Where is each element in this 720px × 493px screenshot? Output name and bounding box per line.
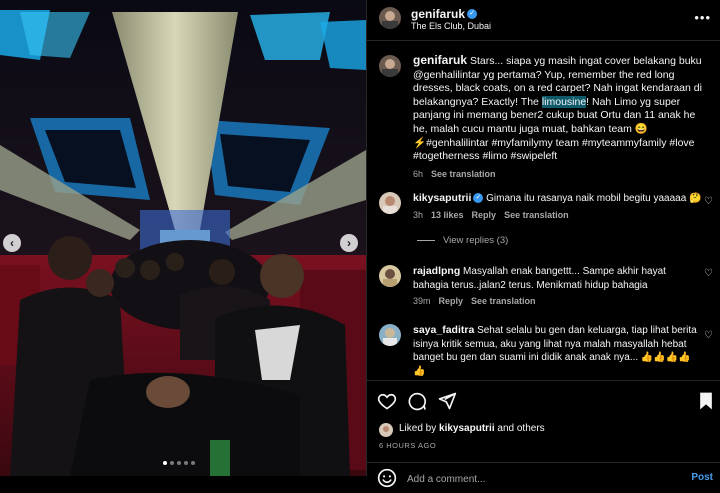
post-username[interactable]: genifaruk xyxy=(411,7,465,21)
liked-by: Liked by kikysaputrii and others xyxy=(399,423,545,434)
add-comment-bar: Post xyxy=(367,462,720,493)
reply-button[interactable]: Reply xyxy=(439,296,464,306)
post-button[interactable]: Post xyxy=(691,472,713,483)
paper-plane-icon[interactable] xyxy=(437,391,459,413)
carousel-dot xyxy=(177,461,181,465)
carousel-dot xyxy=(163,461,167,465)
comment-username[interactable]: kikysaputrii xyxy=(413,192,471,204)
post-side-panel: genifaruk ✓ The Els Club, Dubai ••• genif… xyxy=(366,0,720,488)
bookmark-icon[interactable] xyxy=(697,391,719,413)
heart-icon[interactable]: ♡ xyxy=(704,268,713,279)
carousel-dot xyxy=(170,461,174,465)
more-icon[interactable]: ••• xyxy=(694,10,711,25)
post-time: 6 HOURS AGO xyxy=(379,441,437,450)
verified-badge-icon: ✓ xyxy=(467,8,478,19)
avatar[interactable] xyxy=(379,265,401,287)
heart-icon[interactable]: ♡ xyxy=(704,330,713,341)
carousel-dot xyxy=(191,461,195,465)
heart-icon[interactable]: ♡ xyxy=(704,196,713,207)
comment-text: Gimana itu rasanya naik mobil begitu yaa… xyxy=(486,193,702,204)
post-caption: genifaruk Stars... siapa yg masih ingat … xyxy=(413,53,709,181)
caption-highlight: limousine xyxy=(541,95,587,108)
emoji-icon[interactable] xyxy=(377,468,397,488)
comment-item: saya_faditra Sehat selalu bu gen dan kel… xyxy=(413,324,703,378)
carousel-dot xyxy=(184,461,188,465)
comment-time: 39m xyxy=(413,296,431,307)
see-translation-link[interactable]: See translation xyxy=(471,296,536,306)
avatar[interactable] xyxy=(379,55,401,77)
reply-button[interactable]: Reply xyxy=(472,210,497,220)
chevron-left-icon[interactable]: ‹ xyxy=(3,234,21,252)
comment-username[interactable]: saya_faditra xyxy=(413,324,474,336)
avatar[interactable] xyxy=(379,423,393,437)
post-photo[interactable]: ‹ › xyxy=(0,0,366,476)
liked-by-user[interactable]: kikysaputrii xyxy=(439,423,495,434)
chevron-right-icon[interactable]: › xyxy=(340,234,358,252)
comment-item: rajadlpng Masyallah enak bangettt... Sam… xyxy=(413,265,703,309)
comment-input[interactable] xyxy=(405,470,659,488)
post-header: genifaruk ✓ The Els Club, Dubai ••• xyxy=(367,0,720,41)
view-replies-button[interactable]: View replies (3) xyxy=(417,235,508,246)
comment-icon[interactable] xyxy=(407,391,429,413)
see-translation-link[interactable]: See translation xyxy=(504,210,569,220)
verified-badge-icon: ✓ xyxy=(473,193,484,204)
comment-username[interactable]: rajadlpng xyxy=(413,265,460,277)
avatar[interactable] xyxy=(379,192,401,214)
comment-time: 3h xyxy=(413,209,424,220)
liked-by-prefix: Liked by xyxy=(399,423,437,434)
limousine-interior-image xyxy=(0,0,366,476)
see-translation-link[interactable]: See translation xyxy=(431,169,496,179)
avatar[interactable] xyxy=(379,7,401,29)
comment-likes[interactable]: 13 likes xyxy=(431,210,464,220)
caption-username[interactable]: genifaruk xyxy=(413,53,467,67)
avatar[interactable] xyxy=(379,324,401,346)
caption-time: 6h xyxy=(413,168,424,179)
post-location[interactable]: The Els Club, Dubai xyxy=(411,21,491,31)
liked-by-suffix[interactable]: and others xyxy=(497,423,544,434)
carousel-dots xyxy=(163,461,195,465)
heart-icon[interactable] xyxy=(377,391,399,413)
comment-item: kikysaputrii ✓ Gimana itu rasanya naik mo… xyxy=(413,192,703,222)
